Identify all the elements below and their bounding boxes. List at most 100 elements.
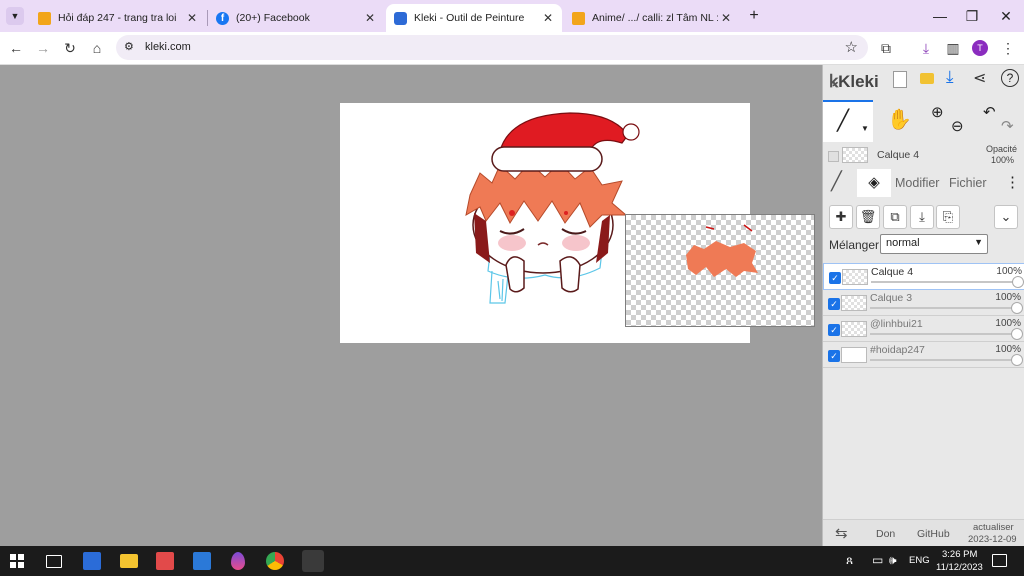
file-explorer-icon[interactable] <box>120 554 138 568</box>
layer-visibility-checkbox[interactable]: ✓ <box>828 350 840 362</box>
new-image-icon[interactable] <box>893 71 907 88</box>
app-icon[interactable] <box>156 552 174 570</box>
github-link[interactable]: GitHub <box>917 528 950 540</box>
zoom-out-icon[interactable]: ⊖ <box>951 117 964 135</box>
chevron-down-icon: ▼ <box>861 124 869 133</box>
file-tab[interactable]: Fichier <box>949 176 987 190</box>
url-text: kleki.com <box>145 41 191 53</box>
tab-search-button[interactable]: ▼ <box>6 7 24 25</box>
layer-name: @linhbui21 <box>870 318 923 330</box>
bookmark-star-icon[interactable]: ☆ <box>845 38 858 56</box>
layer-opacity-slider[interactable] <box>870 333 1015 335</box>
opacity-label: Opacité <box>986 144 1018 154</box>
extensions-icon[interactable]: ⧉ <box>876 38 896 58</box>
layer-row[interactable]: ✓ @linhbui21 100% <box>823 316 1024 342</box>
current-layer-thumbnail <box>842 147 868 163</box>
slider-handle[interactable] <box>1012 276 1024 288</box>
rename-layer-button[interactable]: ⎘ <box>936 205 960 229</box>
tab-title: Hỏi đáp 247 - trang tra loi <box>58 12 177 24</box>
layer-row[interactable]: ✓ #hoidap247 100% <box>823 342 1024 368</box>
layer-row[interactable]: ✓ Calque 3 100% <box>823 290 1024 316</box>
tab-kleki[interactable]: Kleki - Outil de Peinture ✕ <box>386 4 562 32</box>
start-windows-icon[interactable] <box>10 554 24 568</box>
reload-icon[interactable]: ↻ <box>60 38 80 58</box>
minimize-icon[interactable]: — <box>928 6 952 26</box>
site-info-icon[interactable]: ⚙ <box>124 40 134 53</box>
close-tab-icon[interactable]: ✕ <box>362 11 378 25</box>
redo-icon[interactable]: ↷ <box>1001 117 1014 135</box>
kleki-side-panel: ꝃKleki ⤓ ⋖ ? ╱ ▼ ✋ ⊕ ⊖ ↶ ↷ Calque 4 Opac… <box>822 65 1024 547</box>
blend-mode-select[interactable]: normal ▼ <box>880 234 988 254</box>
layer-thumbnail <box>841 321 867 337</box>
chrome-icon[interactable] <box>266 552 284 570</box>
clock-time[interactable]: 3:26 PM <box>942 549 977 560</box>
volume-icon[interactable]: 🕪 <box>889 553 897 568</box>
save-download-icon[interactable]: ⤓ <box>946 67 954 87</box>
undo-icon[interactable]: ↶ <box>983 103 996 121</box>
donate-link[interactable]: Don <box>876 528 895 540</box>
new-tab-button[interactable]: + <box>743 6 765 26</box>
brush-icon: ╱ <box>837 110 850 132</box>
back-icon[interactable]: ← <box>6 38 26 58</box>
layer-visibility-checkbox[interactable]: ✓ <box>829 272 841 284</box>
people-icon[interactable]: ጸ <box>846 553 853 568</box>
home-icon[interactable]: ⌂ <box>87 38 107 58</box>
browser-toolbar: ← → ↻ ⌂ ⚙ kleki.com ☆ ⧉ ⤓ ▥ T ⋮ <box>0 32 1024 65</box>
app-window-icon[interactable] <box>193 552 211 570</box>
merge-layer-button[interactable]: ⤓ <box>910 205 934 229</box>
share-icon[interactable]: ⋖ <box>973 68 986 88</box>
duplicate-layer-button[interactable]: ⧉ <box>883 205 907 229</box>
slider-handle[interactable] <box>1011 328 1023 340</box>
hand-tool-icon[interactable]: ✋ <box>887 107 912 132</box>
layer-visibility-checkbox[interactable]: ✓ <box>828 298 840 310</box>
layer-opacity-slider[interactable] <box>871 281 1016 283</box>
paint-drop-icon[interactable] <box>231 552 245 570</box>
current-layer-checkbox[interactable] <box>828 151 839 162</box>
forward-icon[interactable]: → <box>33 38 53 58</box>
brush-settings-tab[interactable]: ╱ <box>831 171 842 192</box>
open-folder-icon[interactable] <box>920 73 934 84</box>
update-label[interactable]: actualiser <box>973 522 1014 533</box>
kleki-favicon-icon <box>394 11 407 25</box>
clock-date[interactable]: 11/12/2023 <box>936 562 983 573</box>
store-icon[interactable] <box>83 552 101 570</box>
restore-icon[interactable]: ❐ <box>960 6 984 26</box>
side-panel-icon[interactable]: ▥ <box>943 38 963 58</box>
slider-handle[interactable] <box>1011 354 1023 366</box>
tab-anime[interactable]: Anime/ .../ calli: zl Tâm NL : tro ✕ <box>564 4 740 32</box>
layer-opacity-slider[interactable] <box>870 307 1015 309</box>
battery-icon[interactable]: ▭ <box>872 553 883 567</box>
notifications-icon[interactable] <box>992 554 1007 567</box>
menu-kebab-icon[interactable]: ⋮ <box>998 38 1018 58</box>
drawing-stage[interactable]: ❄❄❄❄ <box>0 65 822 546</box>
delete-layer-button[interactable]: 🗑 <box>856 205 880 229</box>
tab-facebook[interactable]: f (20+) Facebook ✕ <box>208 4 384 32</box>
zoom-in-icon[interactable]: ⊕ <box>931 103 944 121</box>
close-tab-icon[interactable]: ✕ <box>540 11 556 25</box>
slider-handle[interactable] <box>1011 302 1023 314</box>
task-view-icon[interactable] <box>46 555 62 568</box>
kleki-logo[interactable]: ꝃKleki <box>829 69 879 92</box>
more-options-icon[interactable]: ⋮ <box>1005 173 1020 191</box>
language-indicator[interactable]: ENG <box>909 555 930 566</box>
address-bar[interactable]: ⚙ kleki.com ☆ <box>116 35 868 60</box>
layer-opacity-slider[interactable] <box>870 359 1015 361</box>
add-layer-button[interactable]: ✚ <box>829 205 853 229</box>
help-icon[interactable]: ? <box>1001 69 1019 87</box>
layers-icon: ◈ <box>868 174 880 191</box>
layer-name: #hoidap247 <box>870 344 925 356</box>
profile-avatar[interactable]: T <box>972 40 988 56</box>
close-tab-icon[interactable]: ✕ <box>718 11 734 25</box>
download-icon[interactable]: ⤓ <box>916 38 936 58</box>
layer-row[interactable]: ✓ Calque 4 100% <box>823 263 1024 290</box>
chrome-profile-icon[interactable] <box>302 550 324 572</box>
swap-side-icon[interactable]: ⇆ <box>835 524 848 542</box>
brush-tool-button[interactable]: ╱ ▼ <box>823 100 873 142</box>
close-tab-icon[interactable]: ✕ <box>184 11 200 25</box>
tab-hoidap247[interactable]: Hỏi đáp 247 - trang tra loi ✕ <box>30 4 206 32</box>
close-window-icon[interactable]: ✕ <box>994 6 1018 26</box>
expand-dropdown-button[interactable]: ⌄ <box>994 205 1018 229</box>
modify-tab[interactable]: Modifier <box>895 176 939 190</box>
layers-tab[interactable]: ◈ <box>857 169 891 197</box>
layer-visibility-checkbox[interactable]: ✓ <box>828 324 840 336</box>
